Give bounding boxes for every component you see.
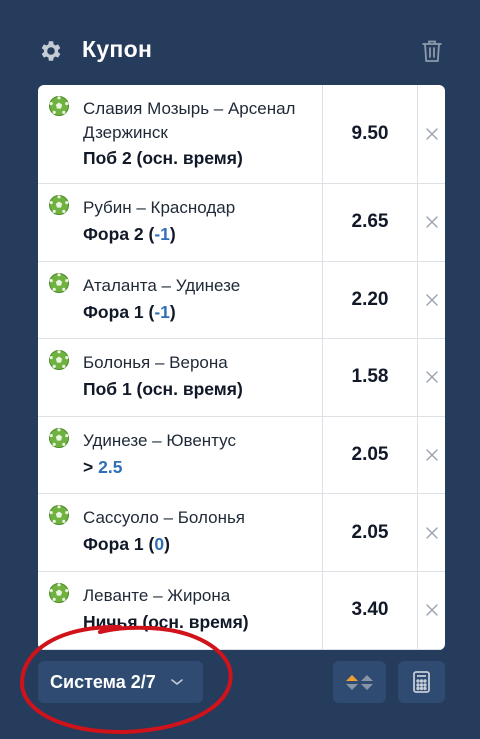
match-name: Славия Мозырь – Арсенал Дзержинск — [83, 99, 296, 142]
bet-pick: Фора 1 (0) — [83, 532, 170, 556]
close-icon — [425, 371, 438, 384]
bet-row: Аталанта – Удинезе Фора 1 (-1) 2.20 — [38, 261, 445, 340]
match-name: Сассуоло – Болонья — [83, 508, 246, 528]
odds-value: 9.50 — [351, 123, 389, 144]
pick-text: Поб 2 (осн. время) — [83, 148, 243, 168]
match-name: Рубин – Краснодар — [83, 198, 236, 217]
odds-value: 2.05 — [351, 444, 389, 466]
pick-suffix: ) — [169, 224, 176, 244]
trash-icon[interactable] — [420, 38, 444, 64]
sort-button[interactable] — [333, 661, 386, 703]
match-name: Удинезе – Ювентус — [83, 430, 236, 450]
soccer-ball-icon — [49, 195, 69, 215]
system-type-dropdown[interactable]: Система 2/7 — [38, 661, 203, 703]
soccer-ball-icon — [49, 272, 69, 293]
pick-value: 0 — [154, 534, 165, 555]
odds-value: 2.65 — [351, 211, 389, 233]
remove-bet-button[interactable] — [418, 572, 445, 649]
soccer-ball-icon — [49, 96, 69, 116]
bet-row: Сассуоло – Болонья Фора 1 (0) 2.05 — [38, 494, 445, 572]
soccer-ball-icon — [49, 582, 69, 603]
odds-cell: 1.58 — [322, 339, 418, 416]
coupon-title: Купон — [82, 36, 153, 62]
chevron-down-icon — [170, 679, 183, 686]
pick-suffix: ) — [164, 534, 170, 555]
bet-row: Рубин – Краснодар Фора 2 (-1) 2.65 — [38, 184, 445, 262]
remove-bet-button[interactable] — [418, 85, 445, 183]
match-name: Болонья – Верона — [83, 353, 228, 373]
pick-text: Фора 2 ( — [83, 224, 155, 244]
calculator-icon — [413, 671, 430, 693]
close-icon — [425, 449, 438, 461]
bet-list: Славия Мозырь – Арсенал Дзержинск Поб 2 … — [38, 85, 445, 650]
pick-text: Ничья (осн. время) — [83, 611, 249, 632]
pick-value: -1 — [154, 301, 170, 322]
odds-value: 2.20 — [351, 288, 389, 310]
close-icon — [425, 294, 438, 306]
odds-cell: 2.05 — [322, 494, 418, 571]
remove-bet-button[interactable] — [418, 339, 445, 416]
match-name: Леванте – Жирона — [83, 585, 231, 605]
close-icon — [425, 216, 438, 228]
bet-pick: Ничья (осн. время) — [83, 610, 249, 634]
bet-row: Удинезе – Ювентус > 2.5 2.05 — [38, 416, 445, 495]
bet-row: Болонья – Верона Поб 1 (осн. время) 1.58 — [38, 339, 445, 417]
pick-text: Фора 1 ( — [83, 301, 155, 322]
odds-value: 1.58 — [351, 366, 389, 388]
pick-text: Фора 1 ( — [83, 534, 155, 555]
calculator-button[interactable] — [398, 661, 445, 703]
bet-row: Леванте – Жирона Ничья (осн. время) 3.40 — [38, 571, 445, 650]
pick-text: > — [83, 456, 99, 477]
system-type-label: Система 2/7 — [50, 671, 156, 692]
pick-suffix: ) — [169, 301, 176, 322]
odds-value: 3.40 — [351, 599, 389, 621]
odds-cell: 2.20 — [322, 261, 418, 339]
odds-cell: 9.50 — [322, 85, 418, 183]
remove-bet-button[interactable] — [418, 417, 445, 494]
pick-value: -1 — [154, 224, 170, 244]
odds-cell: 3.40 — [322, 571, 418, 649]
remove-bet-button[interactable] — [418, 184, 445, 261]
bet-pick: Поб 1 (осн. время) — [83, 377, 243, 401]
soccer-ball-icon — [49, 350, 69, 371]
bet-pick: Поб 2 (осн. время) — [83, 146, 243, 170]
soccer-ball-icon — [49, 427, 69, 448]
odds-value: 2.05 — [351, 521, 389, 543]
odds-cell: 2.05 — [322, 416, 418, 494]
odds-cell: 2.65 — [322, 184, 418, 261]
bet-pick: Фора 1 (-1) — [83, 300, 176, 324]
gear-icon[interactable] — [38, 38, 64, 64]
soccer-ball-icon — [49, 505, 69, 526]
bet-pick: > 2.5 — [83, 455, 122, 479]
bet-row: Славия Мозырь – Арсенал Дзержинск Поб 2 … — [38, 85, 445, 184]
pick-value: 2.5 — [98, 456, 123, 477]
pick-text: Поб 1 (осн. время) — [83, 379, 243, 400]
close-icon — [425, 128, 438, 140]
bet-pick: Фора 2 (-1) — [83, 222, 176, 246]
close-icon — [425, 604, 438, 616]
remove-bet-button[interactable] — [418, 262, 445, 339]
close-icon — [425, 526, 438, 539]
remove-bet-button[interactable] — [418, 494, 445, 571]
sort-arrows-icon — [346, 675, 373, 690]
match-name: Аталанта – Удинезе — [83, 275, 241, 295]
